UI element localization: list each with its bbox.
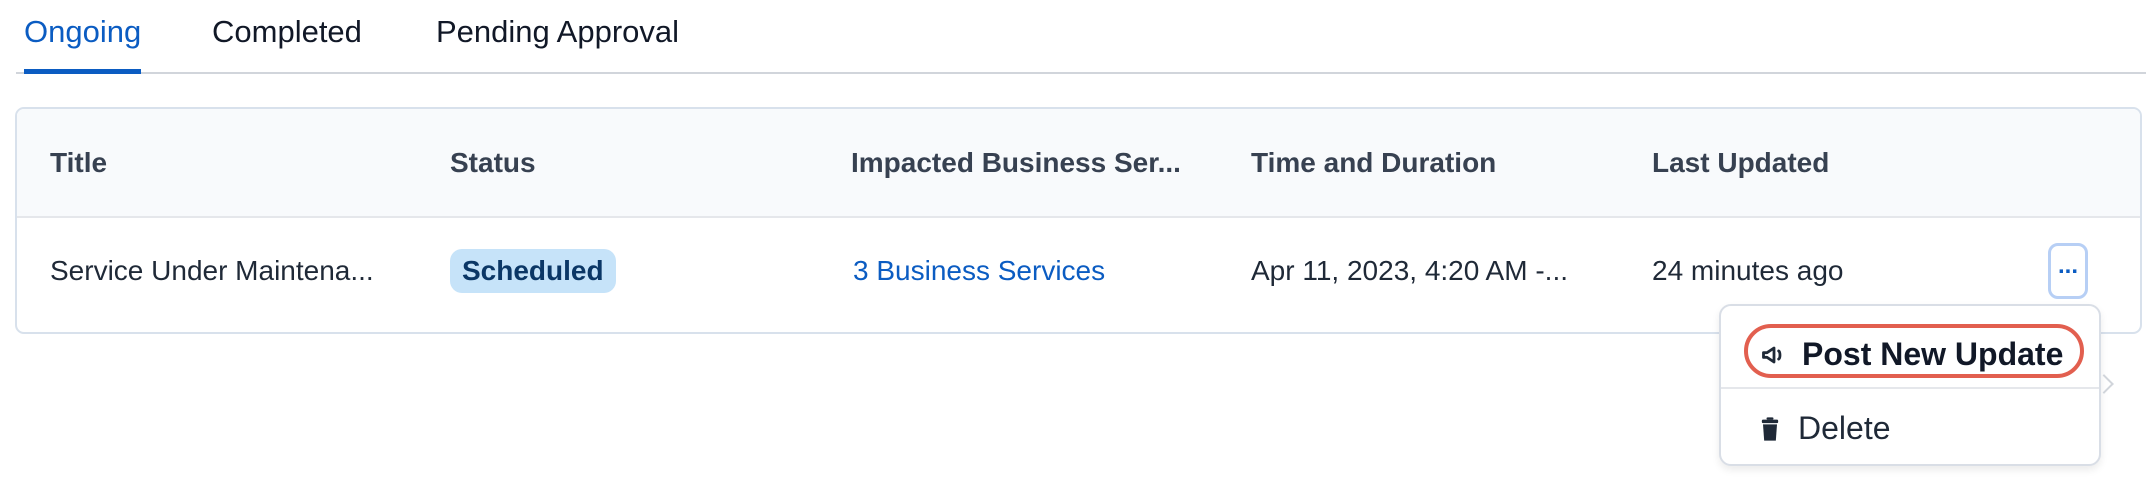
row-actions-menu: Post New Update Delete	[1719, 304, 2101, 466]
table-header: Title Status Impacted Business Ser... Ti…	[17, 109, 2140, 218]
column-header-title[interactable]: Title	[50, 147, 107, 179]
tab-pending-approval[interactable]: Pending Approval	[436, 14, 679, 72]
row-actions-button[interactable]: ...	[2048, 243, 2088, 299]
tab-ongoing[interactable]: Ongoing	[24, 14, 142, 74]
column-header-last-updated[interactable]: Last Updated	[1652, 147, 1829, 179]
column-header-time-and-duration[interactable]: Time and Duration	[1251, 147, 1496, 179]
row-title[interactable]: Service Under Maintena...	[50, 255, 374, 287]
incidents-table: Title Status Impacted Business Ser... Ti…	[15, 107, 2142, 334]
delete-menu-item[interactable]: Delete	[1744, 402, 2084, 456]
tab-bar: Ongoing Completed Pending Approval	[16, 0, 2146, 74]
row-last-updated: 24 minutes ago	[1652, 255, 1844, 286]
row-time-and-duration: Apr 11, 2023, 4:20 AM -...	[1251, 255, 1568, 286]
menu-divider	[1721, 387, 2099, 389]
column-header-status[interactable]: Status	[450, 147, 536, 179]
impacted-services-link[interactable]: 3 Business Services	[853, 255, 1105, 287]
tab-completed[interactable]: Completed	[212, 14, 362, 72]
megaphone-icon	[1762, 346, 1782, 364]
trash-icon	[1761, 417, 1779, 441]
delete-label: Delete	[1798, 410, 1891, 446]
column-header-impacted-business-services[interactable]: Impacted Business Ser...	[851, 147, 1181, 179]
post-new-update-label: Post New Update	[1802, 336, 2064, 372]
post-new-update-menu-item[interactable]: Post New Update	[1744, 324, 2084, 378]
ellipsis-icon: ...	[2057, 252, 2078, 279]
status-badge: Scheduled	[450, 249, 616, 293]
